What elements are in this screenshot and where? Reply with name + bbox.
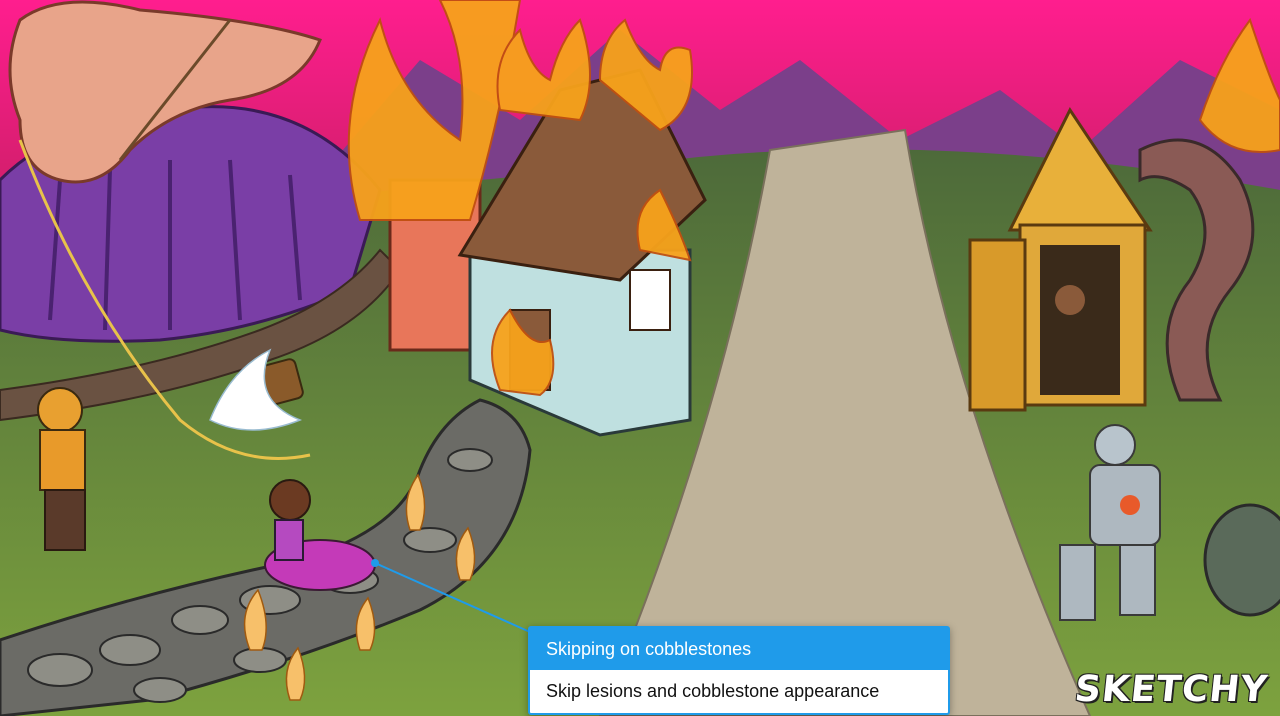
sketchy-logo: SKETCHY — [1073, 669, 1271, 710]
boy-character — [37, 387, 86, 551]
info-callout[interactable]: Skipping on cobblestones Skip lesions an… — [528, 626, 950, 715]
cannon — [1203, 503, 1280, 617]
callout-description: Skip lesions and cobblestone appearance — [546, 681, 880, 701]
illustration-scene — [0, 0, 1280, 716]
callout-title: Skipping on cobblestones — [530, 628, 948, 670]
